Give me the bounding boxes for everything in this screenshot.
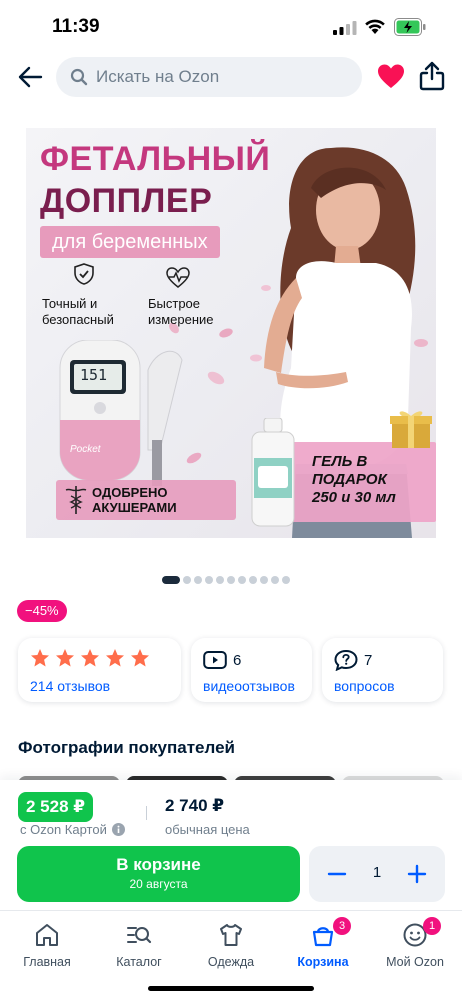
banner-title-line2: ДОППЛЕР — [40, 182, 213, 220]
question-bubble-icon — [334, 649, 358, 671]
tab-profile[interactable]: Мой Ozon 1 — [375, 917, 455, 969]
profile-badge: 1 — [423, 917, 441, 935]
home-icon — [36, 924, 58, 946]
approved-line2: АКУШЕРАМИ — [92, 500, 177, 515]
in-cart-button[interactable]: В корзине 20 августа — [17, 846, 300, 902]
video-reviews-link[interactable]: видеоотзывов — [203, 678, 295, 694]
questions-link[interactable]: вопросов — [334, 678, 395, 694]
device-reading: 151 — [80, 366, 108, 384]
reviews-link[interactable]: 214 отзывов — [30, 678, 110, 694]
tab-cart[interactable]: Корзина 3 — [283, 917, 363, 969]
cart-badge: 3 — [333, 917, 351, 935]
gift-text: ГЕЛЬ В ПОДАРОК 250 и 30 мл — [312, 453, 396, 507]
star-icon — [81, 649, 99, 667]
info-icon[interactable] — [111, 823, 125, 836]
tab-cart-label: Корзина — [297, 955, 349, 969]
feature-fast: Быстрое измерение — [148, 296, 214, 328]
doppler-device-photo — [59, 340, 183, 486]
gift-line1: ГЕЛЬ В — [312, 453, 368, 470]
rating-stars — [30, 648, 150, 668]
tab-clothes[interactable]: Одежда — [191, 917, 271, 969]
video-reviews-card[interactable]: 6 видеоотзывов — [191, 638, 312, 702]
tab-profile-label: Мой Ozon — [386, 955, 444, 969]
tab-catalog[interactable]: Каталог — [99, 917, 179, 969]
pager-dot[interactable] — [205, 576, 213, 584]
clothes-icon — [220, 924, 242, 946]
buy-panel: 2 528 ₽ с Ozon Картой 2 740 ₽ обычная це… — [0, 780, 462, 910]
quantity-value: 1 — [372, 864, 382, 881]
banner-subtitle: для беременных — [40, 226, 220, 258]
tab-clothes-label: Одежда — [207, 955, 255, 969]
pager-dot[interactable] — [227, 576, 235, 584]
ozon-card-label-text: с Ozon Картой — [20, 822, 107, 837]
ozon-card-label: с Ozon Картой — [20, 822, 125, 837]
gallery-pager[interactable] — [162, 576, 290, 584]
cellular-signal-icon — [333, 21, 357, 35]
minus-icon[interactable] — [323, 860, 351, 888]
star-icon — [31, 649, 49, 667]
video-camera-icon — [203, 651, 227, 669]
tab-home-label: Главная — [23, 955, 71, 969]
arrow-left-icon — [18, 66, 43, 88]
heart-icon[interactable] — [377, 63, 405, 91]
feature-accurate-line1: Точный и — [42, 296, 98, 311]
star-icon — [106, 649, 124, 667]
questions-card[interactable]: 7 вопросов — [322, 638, 443, 702]
delivery-date: 20 августа — [129, 877, 188, 891]
gift-line2: ПОДАРОК — [312, 471, 387, 488]
pager-dot[interactable] — [260, 576, 268, 584]
gel-bottle-photo — [251, 418, 295, 527]
star-icon — [56, 649, 74, 667]
tab-catalog-label: Каталог — [116, 955, 162, 969]
catalog-icon — [127, 927, 152, 944]
wifi-icon — [365, 19, 385, 34]
feature-fast-line1: Быстрое — [148, 296, 201, 311]
battery-charging-icon — [394, 18, 426, 36]
feature-fast-line2: измерение — [148, 312, 214, 327]
search-icon — [70, 68, 88, 86]
status-time: 11:39 — [52, 16, 100, 37]
caduceus-icon — [65, 486, 87, 514]
ozon-card-price: 2 528 ₽ — [18, 792, 94, 822]
back-button[interactable] — [14, 62, 46, 92]
feature-accurate: Точный и безопасный — [42, 296, 114, 328]
video-count: 6 — [233, 652, 242, 669]
pager-dot[interactable] — [216, 576, 224, 584]
pager-dot[interactable] — [271, 576, 279, 584]
in-cart-label: В корзине — [116, 855, 201, 874]
pager-dot[interactable] — [282, 576, 290, 584]
pager-dot[interactable] — [162, 576, 180, 584]
shield-check-icon — [74, 263, 94, 285]
discount-badge: −45% — [17, 600, 67, 622]
reviews-card[interactable]: 214 отзывов — [18, 638, 181, 702]
search-bar[interactable] — [56, 57, 362, 97]
home-indicator — [148, 986, 314, 991]
quantity-stepper: 1 — [309, 846, 445, 902]
gift-line3: 250 и 30 мл — [312, 489, 396, 506]
status-bar: 11:39 — [0, 0, 462, 52]
regular-price-label: обычная цена — [165, 822, 250, 837]
pager-dot[interactable] — [183, 576, 191, 584]
share-icon[interactable] — [419, 61, 445, 91]
gift-box-icon — [390, 411, 432, 448]
approved-line1: ОДОБРЕНО — [92, 485, 168, 500]
heart-pulse-icon — [166, 267, 190, 288]
plus-icon[interactable] — [403, 860, 431, 888]
pager-dot[interactable] — [249, 576, 257, 584]
regular-price: 2 740 ₽ — [165, 796, 225, 815]
device-brand: Pocket — [70, 444, 101, 455]
pager-dot[interactable] — [194, 576, 202, 584]
search-input[interactable] — [96, 67, 336, 87]
buyer-photos-title: Фотографии покупателей — [18, 738, 235, 757]
tab-home[interactable]: Главная — [7, 917, 87, 969]
pager-dot[interactable] — [238, 576, 246, 584]
top-header — [0, 52, 462, 102]
star-icon — [131, 649, 149, 667]
price-divider — [146, 806, 147, 820]
feature-accurate-line2: безопасный — [42, 312, 114, 327]
product-image[interactable]: ФЕТАЛЬНЫЙ ДОППЛЕР для беременных Точный … — [26, 128, 436, 538]
approved-text: ОДОБРЕНО АКУШЕРАМИ — [92, 485, 177, 515]
questions-count: 7 — [364, 652, 373, 669]
